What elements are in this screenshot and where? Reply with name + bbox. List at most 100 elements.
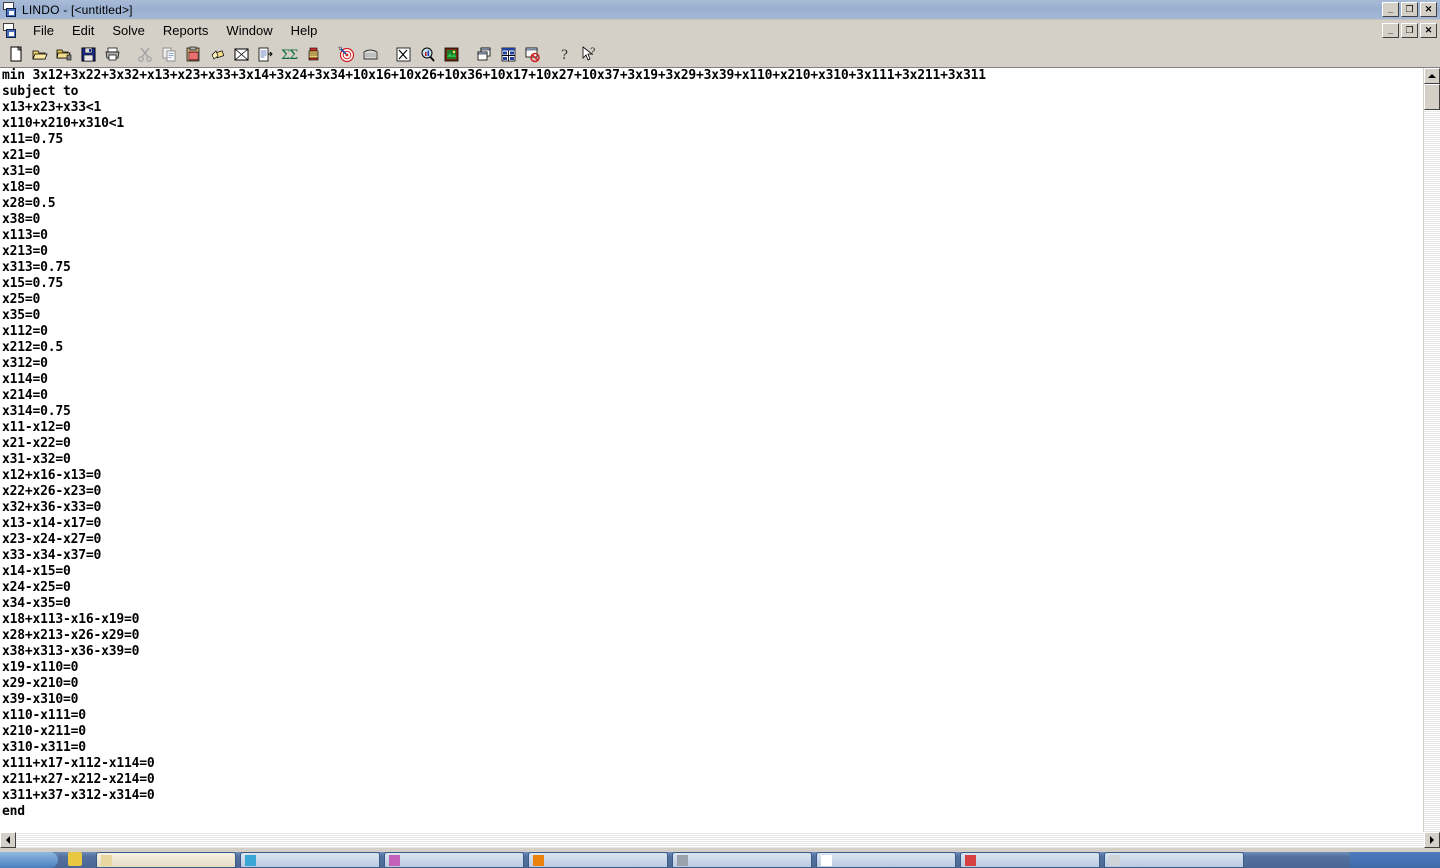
model-line: x114=0 bbox=[2, 372, 48, 387]
new-file-button[interactable] bbox=[5, 43, 28, 66]
fire-hydrant-icon bbox=[308, 47, 319, 61]
menu-item-help[interactable]: Help bbox=[282, 21, 327, 40]
model-line: x311+x37-x312-x314=0 bbox=[2, 788, 155, 803]
scroll-up-button[interactable] bbox=[1424, 68, 1440, 84]
tile-windows-button[interactable] bbox=[497, 43, 520, 66]
folder-lock-icon bbox=[56, 49, 72, 61]
model-line: x15=0.75 bbox=[2, 276, 64, 291]
model-editor[interactable]: min 3x12+3x22+3x32+x13+x23+x33+3x14+3x24… bbox=[0, 68, 1416, 832]
help-button[interactable]: ? bbox=[554, 43, 577, 66]
cascade-windows-button[interactable] bbox=[473, 43, 496, 66]
mdi-child-controls: _ ❐ ✕ bbox=[1382, 23, 1440, 38]
child-restore-button[interactable]: ❐ bbox=[1401, 23, 1418, 38]
model-line: x13+x23+x33<1 bbox=[2, 100, 102, 115]
task-button-5[interactable] bbox=[672, 852, 812, 868]
model-line: x212=0.5 bbox=[2, 340, 64, 355]
child-minimize-button[interactable]: _ bbox=[1382, 23, 1399, 38]
spreadsheet-x-icon bbox=[396, 47, 411, 62]
model-line: x13-x14-x17=0 bbox=[2, 516, 102, 531]
model-line: x34-x35=0 bbox=[2, 596, 71, 611]
model-line: x33-x34-x37=0 bbox=[2, 548, 102, 563]
picture-frame-icon bbox=[444, 47, 459, 62]
model-line: x312=0 bbox=[2, 356, 48, 371]
windows-taskbar bbox=[0, 852, 1440, 868]
task-button-6[interactable] bbox=[816, 852, 956, 868]
menu-item-solve[interactable]: Solve bbox=[103, 21, 154, 40]
open-file-button[interactable] bbox=[29, 43, 52, 66]
paste-button[interactable] bbox=[182, 43, 205, 66]
model-text[interactable]: min 3x12+3x22+3x32+x13+x23+x33+3x14+3x24… bbox=[0, 68, 1416, 820]
maximize-button[interactable]: ❐ bbox=[1401, 2, 1418, 17]
task-icon bbox=[389, 854, 400, 866]
horizontal-scrollbar[interactable] bbox=[0, 832, 1440, 848]
model-line: x22+x26-x23=0 bbox=[2, 484, 102, 499]
toolbar-separator bbox=[464, 44, 473, 66]
compile-button[interactable] bbox=[359, 43, 382, 66]
task-button-7[interactable] bbox=[960, 852, 1100, 868]
question-mark-icon: ? bbox=[561, 48, 568, 63]
new-document-icon bbox=[10, 46, 22, 62]
sigma-icon: Σ Σ bbox=[281, 48, 298, 63]
close-window-button[interactable] bbox=[521, 43, 544, 66]
target-dart-icon bbox=[338, 46, 355, 63]
model-line: x213=0 bbox=[2, 244, 48, 259]
document-arrow-icon bbox=[258, 47, 273, 62]
floppy-disk-icon bbox=[81, 47, 96, 62]
clear-button[interactable] bbox=[230, 43, 253, 66]
cut-button[interactable] bbox=[134, 43, 157, 66]
copy-pages-icon bbox=[162, 47, 176, 62]
task-button-8[interactable] bbox=[1104, 852, 1244, 868]
minimize-button[interactable]: _ bbox=[1382, 2, 1399, 17]
print-button[interactable] bbox=[101, 43, 124, 66]
scroll-left-button[interactable] bbox=[0, 832, 16, 848]
menu-item-window[interactable]: Window bbox=[217, 21, 281, 40]
quick-launch-bar bbox=[58, 852, 82, 866]
model-line: x31=0 bbox=[2, 164, 41, 179]
mdi-client-area: min 3x12+3x22+3x32+x13+x23+x33+3x14+3x24… bbox=[0, 68, 1440, 848]
start-button[interactable] bbox=[0, 852, 58, 868]
sum-button[interactable]: Σ Σ bbox=[278, 43, 301, 66]
save-as-button[interactable] bbox=[53, 43, 76, 66]
model-line: x39-x310=0 bbox=[2, 692, 79, 707]
model-line: x31-x32=0 bbox=[2, 452, 71, 467]
model-line: x18+x113-x16-x19=0 bbox=[2, 612, 140, 627]
lindo-document-icon[interactable] bbox=[2, 22, 18, 39]
zoom-button[interactable] bbox=[416, 43, 439, 66]
save-button[interactable] bbox=[77, 43, 100, 66]
menu-item-file[interactable]: File bbox=[24, 21, 63, 40]
task-icon bbox=[1109, 854, 1120, 866]
system-tray[interactable] bbox=[1350, 852, 1440, 868]
model-line: x23-x24-x27=0 bbox=[2, 532, 102, 547]
model-line: subject to bbox=[2, 84, 79, 99]
scroll-right-button[interactable] bbox=[1424, 832, 1440, 848]
find-button[interactable] bbox=[206, 43, 229, 66]
close-button[interactable]: ✕ bbox=[1420, 2, 1437, 17]
options-button[interactable] bbox=[254, 43, 277, 66]
pivot-button[interactable] bbox=[302, 43, 325, 66]
quick-launch-icon[interactable] bbox=[68, 852, 82, 866]
export-button[interactable] bbox=[392, 43, 415, 66]
model-line: x29-x210=0 bbox=[2, 676, 79, 691]
minimize-icon: _ bbox=[1387, 4, 1393, 14]
picture-button[interactable] bbox=[440, 43, 463, 66]
context-help-button[interactable]: ? bbox=[578, 43, 601, 66]
child-close-button[interactable]: ✕ bbox=[1420, 23, 1437, 38]
printer-icon bbox=[105, 47, 120, 61]
model-line: x214=0 bbox=[2, 388, 48, 403]
scissors-icon bbox=[138, 47, 152, 62]
vertical-scroll-thumb[interactable] bbox=[1424, 84, 1440, 110]
vertical-scrollbar[interactable] bbox=[1423, 68, 1440, 832]
task-button-2[interactable] bbox=[240, 852, 380, 868]
solve-button[interactable] bbox=[335, 43, 358, 66]
svg-text:?: ? bbox=[561, 48, 568, 63]
model-line: x38+x313-x36-x39=0 bbox=[2, 644, 140, 659]
menu-item-edit[interactable]: Edit bbox=[63, 21, 103, 40]
task-button-1[interactable] bbox=[96, 852, 236, 868]
task-button-4[interactable] bbox=[528, 852, 668, 868]
menu-item-reports[interactable]: Reports bbox=[154, 21, 218, 40]
copy-button[interactable] bbox=[158, 43, 181, 66]
task-button-3[interactable] bbox=[384, 852, 524, 868]
model-line: x314=0.75 bbox=[2, 404, 71, 419]
model-line: x12+x16-x13=0 bbox=[2, 468, 102, 483]
open-folder-icon bbox=[32, 50, 48, 60]
